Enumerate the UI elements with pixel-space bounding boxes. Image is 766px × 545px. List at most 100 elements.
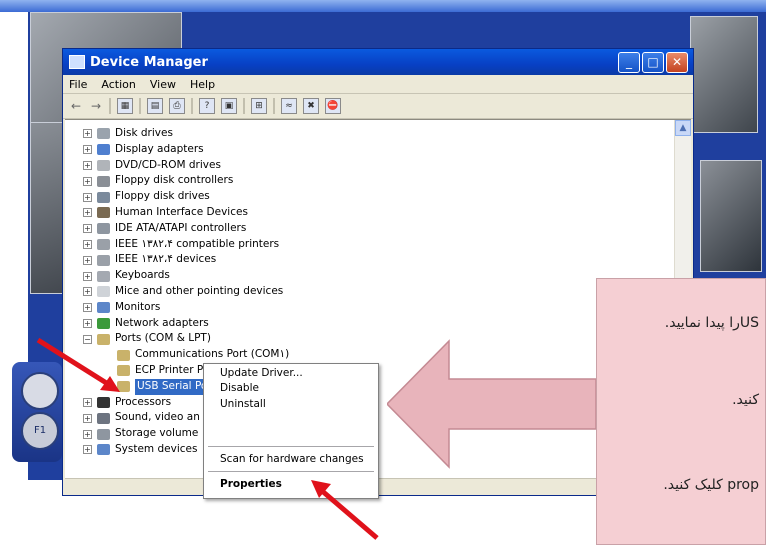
expand-icon[interactable]: + [83, 303, 92, 313]
properties-icon[interactable]: ▤ [147, 98, 163, 114]
tree-node[interactable]: + Mice and other pointing devices [83, 284, 289, 300]
device-category-icon [97, 207, 110, 219]
device-category-icon [97, 254, 110, 266]
context-menu-separator [208, 446, 374, 447]
tree-node[interactable]: + DVD/CD-ROM drives [83, 158, 289, 174]
tree-node-label: Human Interface Devices [115, 205, 248, 218]
window-title: Device Manager [90, 54, 208, 70]
device-category-icon [97, 412, 110, 424]
tree-node[interactable]: + Human Interface Devices [83, 205, 289, 221]
tree-node[interactable]: + IEEE ١٣٨٢،۴ devices [83, 252, 289, 268]
f1-key-icon[interactable]: F1 [21, 412, 59, 450]
menu-view[interactable]: View [150, 78, 176, 91]
note-line-1: USرا پیدا نمایید. [664, 315, 759, 331]
tree-node-label: Mice and other pointing devices [115, 284, 284, 297]
red-arrow-to-properties [311, 480, 379, 540]
tree-node-label: Display adapters [115, 142, 204, 155]
disable-icon[interactable]: ⛔ [325, 98, 341, 114]
menu-file[interactable]: File [69, 78, 87, 91]
properties-menu-item[interactable]: Properties [220, 477, 282, 492]
expand-icon[interactable]: + [83, 208, 92, 218]
device-manager-icon [69, 55, 85, 69]
expand-icon[interactable]: + [83, 397, 92, 407]
forward-arrow-icon[interactable]: → [89, 99, 103, 113]
scan-hardware-menu-item[interactable]: Scan for hardware changes [220, 452, 364, 467]
expand-icon[interactable]: + [83, 129, 92, 139]
expand-icon[interactable]: + [83, 145, 92, 155]
tree-node-label: IEEE ١٣٨٢،۴ compatible printers [115, 237, 280, 250]
tree-node-label: Sound, video an [115, 411, 200, 424]
red-arrow-to-usb-port [36, 337, 120, 392]
tree-node[interactable]: + Floppy disk controllers [83, 173, 289, 189]
driver-icon[interactable]: ▣ [221, 98, 237, 114]
tree-node[interactable]: + IDE ATA/ATAPI controllers [83, 221, 289, 237]
tree-node-label: IDE ATA/ATAPI controllers [115, 221, 247, 234]
show-hide-console-tree-icon[interactable]: ▦ [117, 98, 133, 114]
device-category-icon [97, 191, 110, 203]
menu-bar: File Action View Help [63, 75, 693, 94]
expand-icon[interactable]: + [83, 287, 92, 297]
toolbar-separator [191, 98, 193, 114]
instruction-note: USرا پیدا نمایید. کنید. prop کلیک کنید. [596, 278, 766, 545]
uninstall-menu-item[interactable]: Uninstall [220, 397, 266, 412]
print-icon[interactable]: ⎙ [169, 98, 185, 114]
minimize-button[interactable]: _ [618, 52, 640, 73]
expand-icon[interactable]: + [83, 176, 92, 186]
tree-node-label: Network adapters [115, 316, 209, 329]
scan-hardware-icon[interactable]: ⊞ [251, 98, 267, 114]
device-category-icon [97, 317, 110, 329]
tree-node-label: Keyboards [115, 269, 170, 282]
expand-icon[interactable]: + [83, 192, 92, 202]
expand-icon[interactable]: + [83, 429, 92, 439]
desktop-top-strip [0, 0, 766, 12]
expand-icon[interactable]: + [83, 160, 92, 170]
device-category-icon [97, 238, 110, 250]
expand-icon[interactable]: + [83, 239, 92, 249]
maximize-button[interactable]: □ [642, 52, 664, 73]
toolbar-separator [109, 98, 111, 114]
tree-node[interactable]: + Network adapters [83, 316, 289, 332]
expand-icon[interactable]: + [83, 413, 92, 423]
toolbar-separator [243, 98, 245, 114]
large-pointing-arrow [387, 339, 596, 469]
context-menu-separator [208, 471, 374, 472]
device-category-icon [97, 270, 110, 282]
toolbar-separator [273, 98, 275, 114]
tree-node-label: Storage volume [115, 427, 199, 440]
device-category-icon [97, 159, 110, 171]
tree-node-label: DVD/CD-ROM drives [115, 158, 221, 171]
desktop-photo [690, 16, 758, 133]
tree-node-label: Disk drives [115, 127, 173, 139]
expand-icon[interactable]: + [83, 255, 92, 265]
tree-node-label: Floppy disk controllers [115, 174, 234, 187]
help-icon[interactable]: ? [199, 98, 215, 114]
expand-icon[interactable]: + [83, 445, 92, 455]
expand-icon[interactable]: + [83, 271, 92, 281]
tree-node[interactable]: + IEEE ١٣٨٢،۴ compatible printers [83, 237, 289, 253]
tree-node[interactable]: + Display adapters [83, 142, 289, 158]
disable-menu-item[interactable]: Disable [220, 381, 259, 396]
tree-node[interactable]: + Floppy disk drives [83, 189, 289, 205]
back-arrow-icon[interactable]: ← [69, 99, 83, 113]
expand-icon[interactable]: + [83, 318, 92, 328]
uninstall-icon[interactable]: ✖ [303, 98, 319, 114]
title-bar[interactable]: Device Manager _ □ ✕ [63, 49, 693, 75]
close-button[interactable]: ✕ [666, 52, 688, 73]
update-driver-menu-item[interactable]: Update Driver... [220, 366, 303, 381]
device-category-icon [97, 286, 110, 298]
device-category-icon [97, 128, 110, 140]
menu-action[interactable]: Action [101, 78, 135, 91]
tree-node[interactable]: + Monitors [83, 300, 289, 316]
device-category-icon [97, 302, 110, 314]
menu-help[interactable]: Help [190, 78, 215, 91]
toolbar: ← → ▦ ▤ ⎙ ? ▣ ⊞ ≈ ✖ ⛔ [63, 94, 693, 119]
note-line-2: کنید. [732, 392, 759, 408]
tree-node[interactable]: + Disk drives [83, 126, 289, 142]
update-driver-icon[interactable]: ≈ [281, 98, 297, 114]
toolbar-separator [139, 98, 141, 114]
desktop-photo [700, 160, 762, 272]
expand-icon[interactable]: + [83, 224, 92, 234]
note-line-3: prop کلیک کنید. [663, 477, 759, 493]
tree-node[interactable]: + Keyboards [83, 268, 289, 284]
scroll-up-icon[interactable]: ▲ [675, 120, 691, 136]
